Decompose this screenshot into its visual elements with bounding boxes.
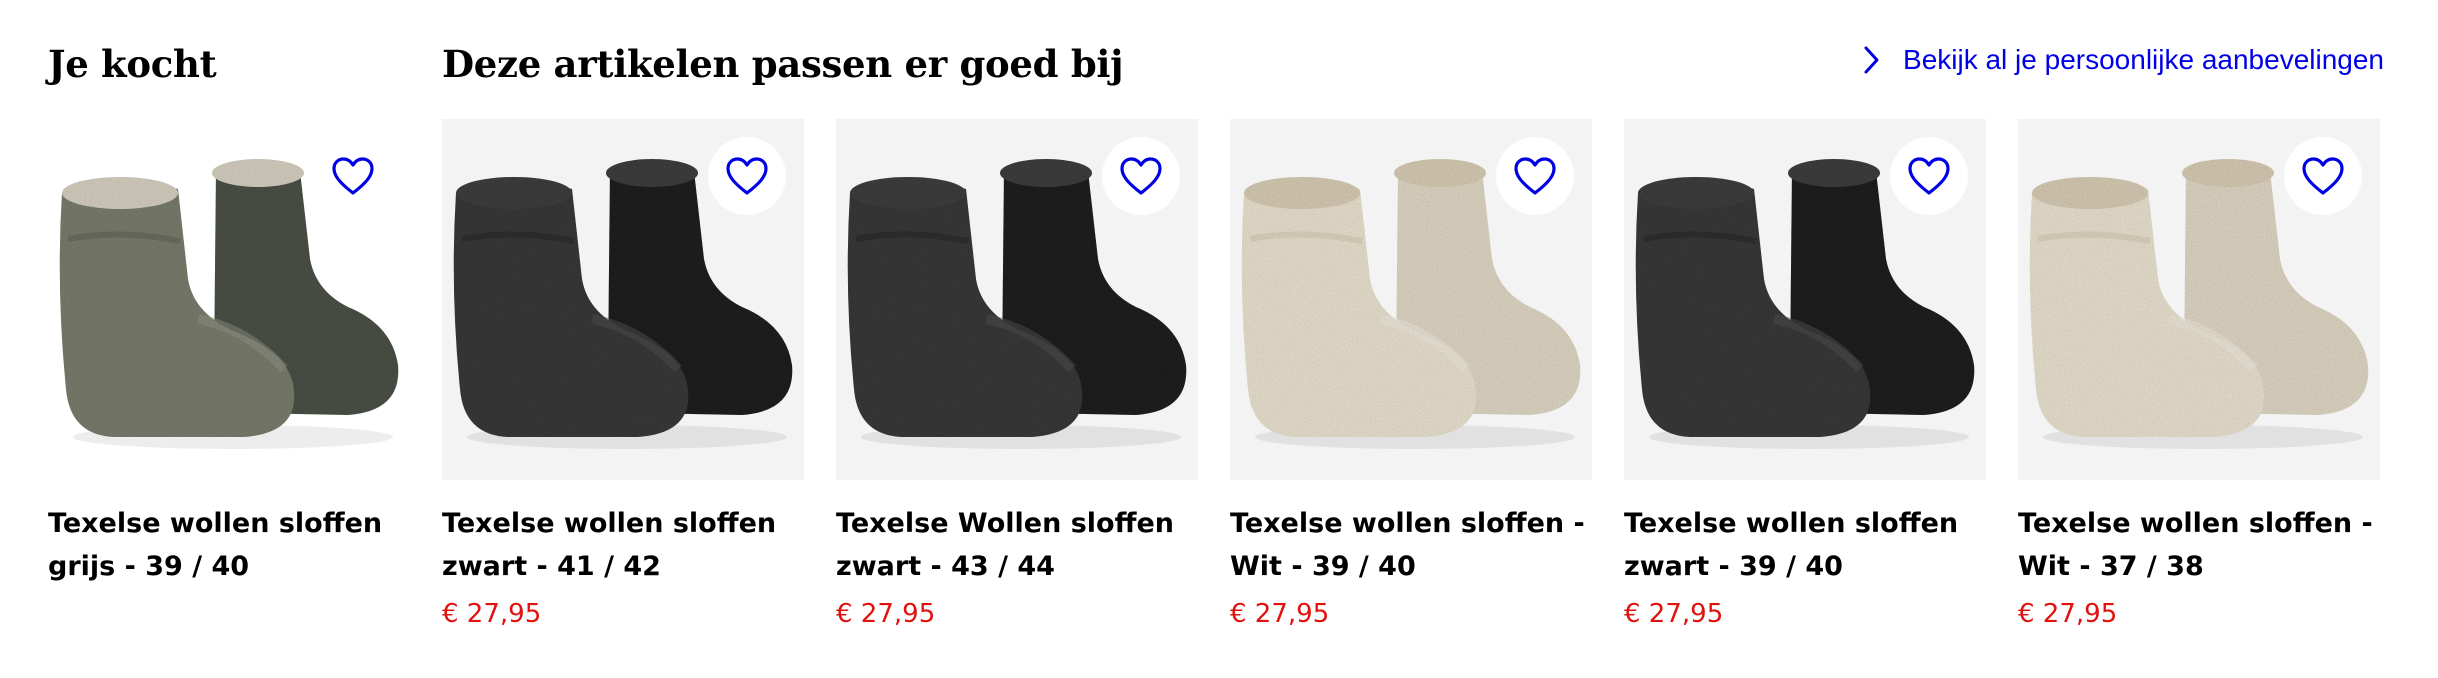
heart-outline-icon	[1120, 157, 1162, 195]
product-price: € 27,95	[442, 599, 542, 629]
product-image[interactable]	[1230, 119, 1592, 480]
product-price: € 27,95	[1230, 599, 1330, 629]
product-name[interactable]: Texelse wollen sloffen zwart - 39 / 40	[1624, 502, 1986, 588]
product-name[interactable]: Texelse wollen sloffen zwart - 41 / 42	[442, 502, 804, 588]
product-card[interactable]: Texelse wollen sloffen zwart - 41 / 42 €…	[442, 119, 804, 634]
personal-recommendations-label: Bekijk al je persoonlijke aanbevelingen	[1903, 44, 2384, 75]
favorite-button[interactable]	[1890, 137, 1968, 215]
product-card[interactable]: Texelse wollen sloffen - Wit - 39 / 40 €…	[1230, 119, 1592, 634]
product-name[interactable]: Texelse Wollen sloffen zwart - 43 / 44	[836, 502, 1198, 588]
heart-outline-icon	[1908, 157, 1950, 195]
product-name[interactable]: Texelse wollen sloffen grijs - 39 / 40	[48, 502, 410, 588]
product-price: € 27,95	[2018, 599, 2118, 629]
product-image[interactable]	[48, 119, 410, 480]
product-name[interactable]: Texelse wollen sloffen - Wit - 37 / 38	[2018, 502, 2380, 588]
product-card[interactable]: Texelse Wollen sloffen zwart - 43 / 44 €…	[836, 119, 1198, 634]
product-image[interactable]	[2018, 119, 2380, 480]
heart-outline-icon	[1514, 157, 1556, 195]
product-image[interactable]	[1624, 119, 1986, 480]
product-card[interactable]: Texelse wollen sloffen zwart - 39 / 40 €…	[1624, 119, 1986, 634]
personal-recommendations-link[interactable]: Bekijk al je persoonlijke aanbevelingen	[1861, 40, 2384, 80]
product-name[interactable]: Texelse wollen sloffen - Wit - 39 / 40	[1230, 502, 1592, 588]
product-price: € 27,95	[836, 599, 936, 629]
product-price: € 27,95	[1624, 599, 1724, 629]
favorite-button[interactable]	[314, 137, 392, 215]
heart-outline-icon	[332, 157, 374, 195]
chevron-right-icon	[1864, 46, 1879, 74]
favorite-button[interactable]	[708, 137, 786, 215]
bought-product-card[interactable]: Texelse wollen sloffen grijs - 39 / 40	[48, 119, 410, 588]
heart-outline-icon	[2302, 157, 2344, 195]
product-image[interactable]	[836, 119, 1198, 480]
suggestions-section-title: Deze artikelen passen er goed bij	[442, 42, 1124, 86]
heart-outline-icon	[726, 157, 768, 195]
favorite-button[interactable]	[1102, 137, 1180, 215]
product-card[interactable]: Texelse wollen sloffen - Wit - 37 / 38 €…	[2018, 119, 2380, 634]
favorite-button[interactable]	[2284, 137, 2362, 215]
favorite-button[interactable]	[1496, 137, 1574, 215]
product-image[interactable]	[442, 119, 804, 480]
bought-section-title: Je kocht	[48, 42, 217, 86]
